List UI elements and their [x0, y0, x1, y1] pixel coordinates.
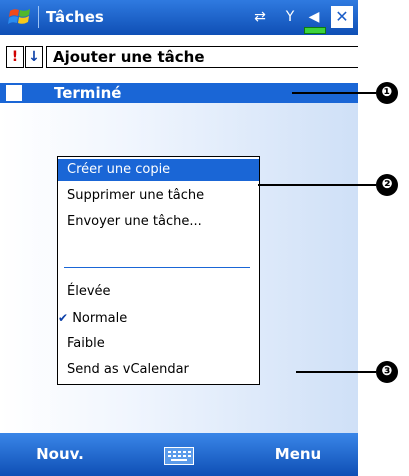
- add-task-input[interactable]: Ajouter une tâche: [46, 46, 358, 68]
- menu-item-delete-task[interactable]: Supprimer une tâche: [58, 185, 259, 207]
- task-entry-bar: ! ↓ Ajouter une tâche: [0, 35, 358, 83]
- menu-item-normal-label: Normale: [72, 311, 128, 326]
- menu-item-priority-high[interactable]: Élevée: [58, 281, 259, 303]
- task-label: Terminé: [54, 84, 122, 102]
- close-button[interactable]: ✕: [331, 6, 353, 28]
- softkey-bar: Nouv. Menu: [0, 433, 358, 476]
- task-list[interactable]: Terminé Créer une copie Supprimer une tâ…: [0, 83, 358, 433]
- menu-item-send-vcalendar[interactable]: Send as vCalendar: [58, 359, 259, 381]
- menu-item-send-task[interactable]: Envoyer une tâche...: [58, 211, 259, 233]
- callout-line-1: [292, 92, 376, 94]
- priority-button[interactable]: !: [6, 46, 24, 68]
- title-bar: Tâches ⇄ Y ◀ ✕: [0, 0, 358, 35]
- menu-softkey[interactable]: Menu: [238, 433, 358, 476]
- windows-start-icon[interactable]: [8, 5, 32, 29]
- callout-1: ❶: [376, 82, 398, 104]
- title-separator: [38, 6, 39, 28]
- menu-item-priority-low[interactable]: Faible: [58, 333, 259, 355]
- menu-separator: [64, 267, 250, 268]
- context-menu: Créer une copie Supprimer une tâche Envo…: [57, 156, 260, 385]
- task-checkbox[interactable]: [6, 85, 22, 101]
- check-icon: ✔: [58, 311, 69, 325]
- sort-button[interactable]: ↓: [25, 46, 43, 68]
- new-softkey[interactable]: Nouv.: [0, 433, 120, 476]
- battery-icon: [304, 27, 326, 34]
- app-title: Tâches: [46, 8, 104, 26]
- keyboard-icon[interactable]: [164, 447, 194, 465]
- device-screen: Tâches ⇄ Y ◀ ✕ ! ↓ Ajouter une tâche Ter…: [0, 0, 358, 476]
- callout-3: ❸: [376, 361, 398, 383]
- callout-line-2: [258, 184, 376, 186]
- menu-item-priority-normal[interactable]: ✔ Normale: [58, 307, 259, 329]
- menu-item-create-copy[interactable]: Créer une copie: [58, 159, 259, 181]
- signal-off-icon[interactable]: Y: [278, 6, 302, 28]
- connectivity-icon[interactable]: ⇄: [246, 6, 274, 28]
- volume-icon[interactable]: ◀: [300, 6, 328, 28]
- callout-2: ❷: [376, 174, 398, 196]
- callout-line-3: [296, 371, 376, 373]
